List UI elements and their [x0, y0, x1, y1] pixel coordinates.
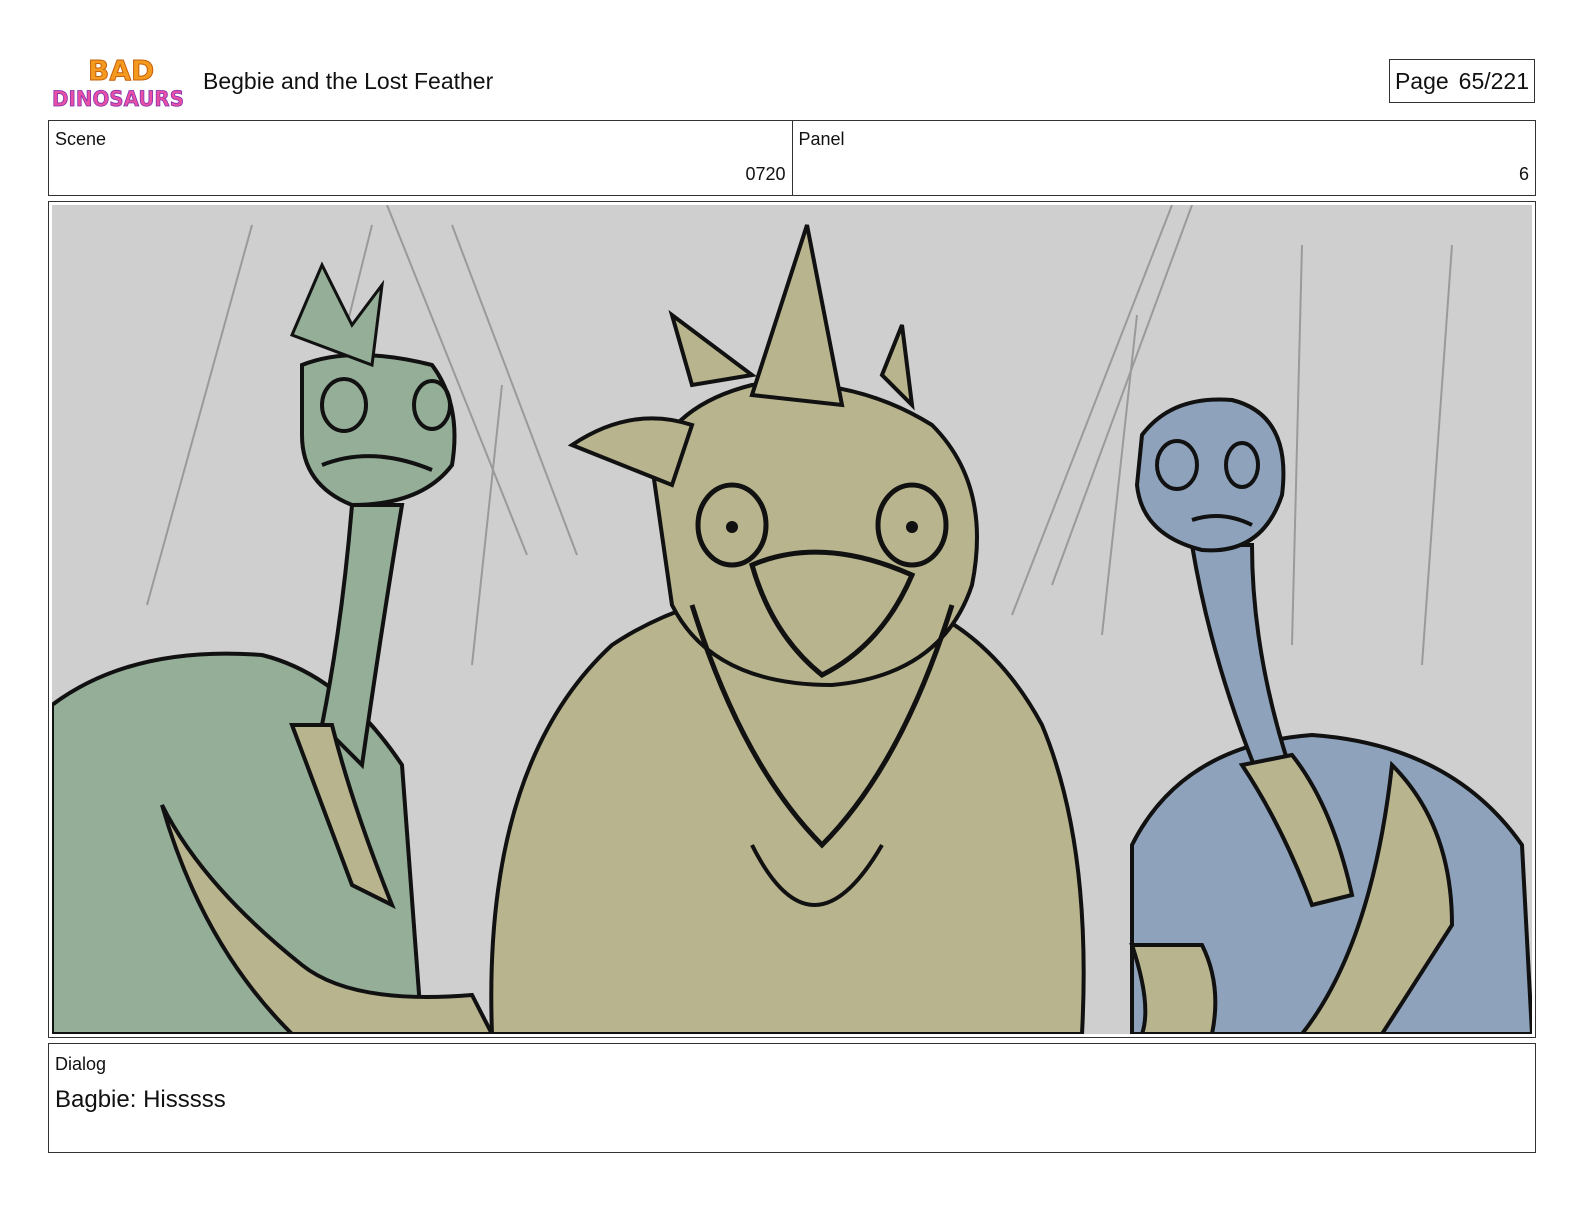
page-number: 65/221 [1458, 67, 1530, 94]
panel-label: Panel [798, 129, 845, 149]
scene-value: 0720 [745, 164, 786, 184]
dialog-box: Dialog Bagbie: Hisssss [48, 1043, 1536, 1153]
storyboard-panel-image [52, 205, 1532, 1034]
scene-label: Scene [55, 129, 107, 149]
bad-dinosaurs-logo: BAD DINOSAURS [52, 54, 184, 112]
logo-text-dinosaurs: DINOSAURS [52, 87, 184, 111]
page-indicator: Page 65/221 [1389, 59, 1535, 103]
panel-cell: Panel 6 [791, 121, 1536, 195]
panel-value: 6 [1518, 164, 1529, 184]
page-label: Page [1394, 67, 1449, 94]
logo-text-bad: BAD [88, 54, 154, 87]
document-title: Begbie and the Lost Feather [203, 68, 494, 94]
scene-panel-row: Scene 0720 Panel 6 [48, 120, 1536, 196]
scene-cell: Scene 0720 [49, 121, 792, 195]
dialog-label: Dialog [55, 1054, 107, 1074]
dialog-text: Bagbie: Hisssss [55, 1086, 226, 1113]
